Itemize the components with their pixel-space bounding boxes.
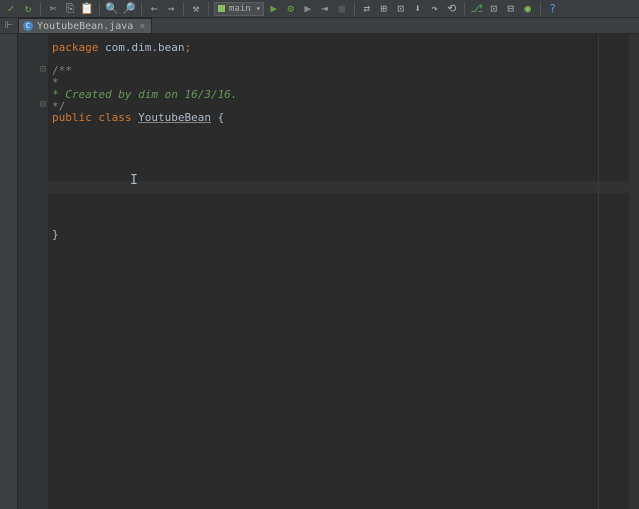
cut-icon[interactable]: ✄ — [46, 2, 60, 16]
run-config-dropdown[interactable]: main — [214, 2, 264, 16]
right-margin-guide — [598, 34, 599, 509]
left-tool-margin — [0, 34, 18, 509]
editor-container: ⊟ ⊟ package com.dim.bean; /** * * Create… — [0, 34, 639, 509]
attach-icon[interactable]: ⇥ — [318, 2, 332, 16]
make-icon[interactable]: ⚒ — [189, 2, 203, 16]
code-line — [52, 147, 635, 159]
forward-icon[interactable]: → — [164, 2, 178, 16]
reset-icon[interactable]: ⊡ — [487, 2, 501, 16]
project-toggle-icon[interactable]: ⊩ — [0, 18, 18, 33]
structure-icon[interactable]: ⊞ — [377, 2, 391, 16]
code-line — [52, 206, 635, 218]
help-icon[interactable]: ? — [546, 2, 560, 16]
main-toolbar: ✓ ↻ ✄ ⎘ 📋 🔍 🔎 ← → ⚒ main ▶ ⚙ ▶ ⇥ ■ ⇄ ⊞ ⊡… — [0, 0, 639, 18]
replace-icon[interactable]: 🔎 — [122, 2, 136, 16]
code-line — [52, 124, 635, 136]
find-icon[interactable]: 🔍 — [105, 2, 119, 16]
code-line — [52, 159, 635, 171]
sdk-icon[interactable]: ⊡ — [394, 2, 408, 16]
debug-icon[interactable]: ⚙ — [284, 2, 298, 16]
git-icon[interactable]: ⎇ — [470, 2, 484, 16]
android-icon[interactable]: ◉ — [521, 2, 535, 16]
editor-gutter: ⊟ ⊟ — [18, 34, 48, 509]
fold-icon[interactable]: ⊟ — [40, 99, 46, 110]
editor-scrollbar[interactable] — [629, 34, 639, 509]
paste-icon[interactable]: 📋 — [80, 2, 94, 16]
code-line — [52, 136, 635, 148]
profiler-icon[interactable]: ⟲ — [445, 2, 459, 16]
copy-icon[interactable]: ⎘ — [63, 2, 77, 16]
code-line: } — [52, 229, 635, 241]
editor-tab-bar: ⊩ C YoutubeBean.java × — [0, 18, 639, 34]
code-line: /** — [52, 65, 635, 77]
diff-icon[interactable]: ⊟ — [504, 2, 518, 16]
fold-icon[interactable]: ⊟ — [40, 64, 46, 75]
commit-icon[interactable]: ✓ — [4, 2, 18, 16]
avd-icon[interactable]: ⬇ — [411, 2, 425, 16]
code-editor[interactable]: package com.dim.bean; /** * * Created by… — [48, 34, 639, 509]
close-icon[interactable]: × — [137, 21, 147, 32]
code-line: * Created by dim on 16/3/16. — [52, 89, 635, 101]
code-line — [52, 54, 635, 66]
run-icon[interactable]: ▶ — [267, 2, 281, 16]
class-file-icon: C — [23, 21, 33, 31]
code-line — [52, 194, 635, 206]
back-icon[interactable]: ← — [147, 2, 161, 16]
coverage-icon[interactable]: ▶ — [301, 2, 315, 16]
sync-icon[interactable]: ⇄ — [360, 2, 374, 16]
tab-filename: YoutubeBean.java — [37, 21, 133, 32]
stop-icon[interactable]: ■ — [335, 2, 349, 16]
text-caret: I — [130, 175, 131, 189]
editor-area[interactable]: ⊟ ⊟ package com.dim.bean; /** * * Create… — [18, 34, 639, 509]
code-line — [52, 218, 635, 230]
code-line: public class YoutubeBean { — [52, 112, 635, 124]
monitor-icon[interactable]: ↷ — [428, 2, 442, 16]
update-icon[interactable]: ↻ — [21, 2, 35, 16]
code-line: package com.dim.bean; — [52, 42, 635, 54]
file-tab-active[interactable]: C YoutubeBean.java × — [18, 18, 152, 33]
